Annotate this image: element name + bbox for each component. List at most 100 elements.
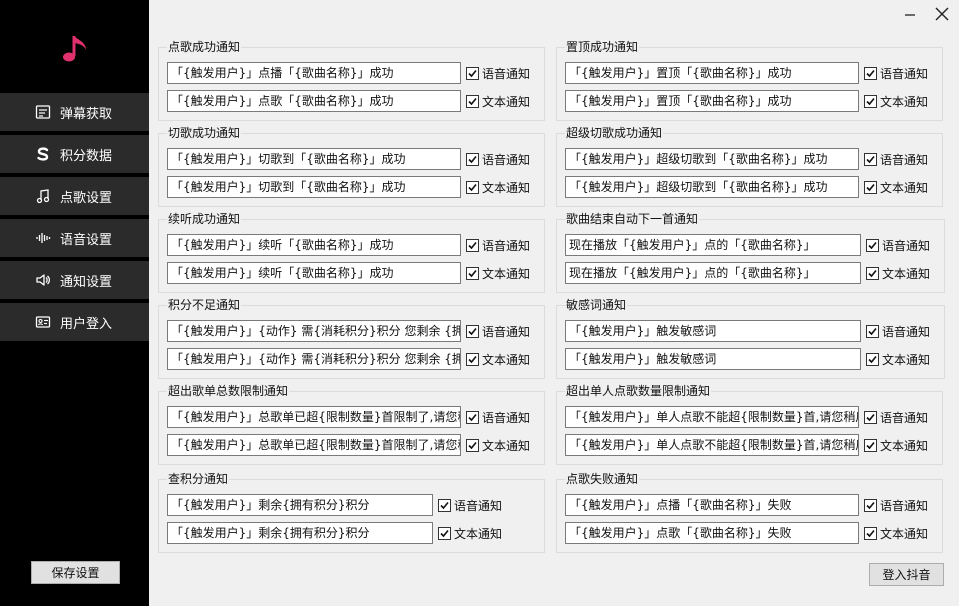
text-template-input[interactable]: 「{触发用户}」单人点歌不能超{限制数量}首,请您稍后 <box>565 434 859 456</box>
checkbox-label: 文本通知 <box>482 266 531 281</box>
sidebar-item-voice-settings[interactable]: 语音设置 <box>0 219 149 257</box>
checkbox-label: 文本通知 <box>880 526 929 541</box>
checkbox-label: 文本通知 <box>482 438 531 453</box>
voice-notify-checkbox[interactable]: 语音通知 <box>466 65 530 82</box>
text-row: 「{触发用户}」点歌「{歌曲名称}」成功 文本通知 <box>167 90 530 112</box>
sidebar-item-label: 通知设置 <box>60 274 113 290</box>
minimize-icon[interactable] <box>901 5 919 23</box>
text-row: 「{触发用户}」总歌单已超{限制数量}首限制了,请您稍 文本通知 <box>167 434 530 456</box>
text-template-input[interactable]: 「{触发用户}」触发敏感词 <box>565 348 861 370</box>
voice-row: 「{触发用户}」点播「{歌曲名称}」失败 语音通知 <box>565 494 928 516</box>
text-notify-checkbox[interactable]: 文本通知 <box>866 351 930 368</box>
voice-template-input[interactable]: 现在播放「{触发用户}」点的「{歌曲名称}」 <box>565 234 861 256</box>
text-notify-checkbox[interactable]: 文本通知 <box>866 265 930 282</box>
text-template-input[interactable]: 「{触发用户}」点歌「{歌曲名称}」失败 <box>565 522 859 544</box>
checkbox-label: 语音通知 <box>454 498 503 513</box>
voice-template-input[interactable]: 「{触发用户}」单人点歌不能超{限制数量}首,请您稍后 <box>565 406 859 428</box>
sidebar-item-points[interactable]: 积分数据 <box>0 135 149 173</box>
voice-template-input[interactable]: 「{触发用户}」总歌单已超{限制数量}首限制了,请您稍 <box>167 406 461 428</box>
group-title: 续听成功通知 <box>167 211 242 227</box>
text-template-input[interactable]: 「{触发用户}」置顶「{歌曲名称}」成功 <box>565 90 859 112</box>
text-template-input[interactable]: 「{触发用户}」切歌到「{歌曲名称}」成功 <box>167 176 461 198</box>
checkbox-label: 文本通知 <box>882 266 931 281</box>
text-notify-checkbox[interactable]: 文本通知 <box>466 93 530 110</box>
text-template-input[interactable]: 现在播放「{触发用户}」点的「{歌曲名称}」 <box>565 262 861 284</box>
sidebar-item-label: 点歌设置 <box>60 190 113 206</box>
voice-row: 「{触发用户}」总歌单已超{限制数量}首限制了,请您稍 语音通知 <box>167 406 530 428</box>
text-template-input[interactable]: 「{触发用户}」点歌「{歌曲名称}」成功 <box>167 90 461 112</box>
text-notify-checkbox[interactable]: 文本通知 <box>438 525 502 542</box>
save-settings-button[interactable]: 保存设置 <box>31 561 120 584</box>
voice-notify-checkbox[interactable]: 语音通知 <box>866 237 930 254</box>
voice-notify-checkbox[interactable]: 语音通知 <box>864 497 928 514</box>
voice-notify-checkbox[interactable]: 语音通知 <box>438 497 502 514</box>
sidebar-item-user-login[interactable]: 用户登入 <box>0 303 149 341</box>
text-notify-checkbox[interactable]: 文本通知 <box>864 437 928 454</box>
sidebar-item-barrage[interactable]: 弹幕获取 <box>0 93 149 131</box>
sidebar: 弹幕获取 积分数据 点歌设置 语音设置 通知设置 用户登入 保存设置 <box>0 0 149 606</box>
voice-template-input[interactable]: 「{触发用户}」触发敏感词 <box>565 320 861 342</box>
sidebar-item-song-settings[interactable]: 点歌设置 <box>0 177 149 215</box>
checkbox-label: 文本通知 <box>882 352 931 367</box>
checkbox-check-icon <box>866 352 879 366</box>
text-row: 「{触发用户}」触发敏感词 文本通知 <box>565 348 930 370</box>
text-template-input[interactable]: 「{触发用户}」续听「{歌曲名称}」成功 <box>167 262 461 284</box>
text-template-input[interactable]: 「{触发用户}」超级切歌到「{歌曲名称}」成功 <box>565 176 859 198</box>
checkbox-check-icon <box>866 266 879 280</box>
voice-notify-checkbox[interactable]: 语音通知 <box>864 151 928 168</box>
text-row: 「{触发用户}」点歌「{歌曲名称}」失败 文本通知 <box>565 522 928 544</box>
voice-template-input[interactable]: 「{触发用户}」续听「{歌曲名称}」成功 <box>167 234 461 256</box>
voice-template-input[interactable]: 「{触发用户}」{动作} 需{消耗积分}积分 您剩余 {拥 <box>167 320 461 342</box>
text-template-input[interactable]: 「{触发用户}」剩余{拥有积分}积分 <box>167 522 433 544</box>
login-douyin-button[interactable]: 登入抖音 <box>869 563 944 586</box>
checkbox-check-icon <box>466 66 479 80</box>
voice-notify-checkbox[interactable]: 语音通知 <box>866 323 930 340</box>
checkbox-label: 文本通知 <box>880 94 929 109</box>
voice-notify-checkbox[interactable]: 语音通知 <box>466 323 530 340</box>
notification-group: 点歌成功通知 「{触发用户}」点播「{歌曲名称}」成功 语音通知 「{触发用户}… <box>158 39 545 121</box>
voice-notify-checkbox[interactable]: 语音通知 <box>864 65 928 82</box>
notification-group: 歌曲结束自动下一首通知 现在播放「{触发用户}」点的「{歌曲名称}」 语音通知 … <box>556 211 945 293</box>
notification-group: 续听成功通知 「{触发用户}」续听「{歌曲名称}」成功 语音通知 「{触发用户}… <box>158 211 545 293</box>
checkbox-label: 语音通知 <box>482 410 531 425</box>
voice-template-input[interactable]: 「{触发用户}」剩余{拥有积分}积分 <box>167 494 433 516</box>
voice-notify-checkbox[interactable]: 语音通知 <box>466 409 530 426</box>
group-title: 积分不足通知 <box>167 297 242 313</box>
voice-row: 「{触发用户}」剩余{拥有积分}积分 语音通知 <box>167 494 502 516</box>
voice-template-input[interactable]: 「{触发用户}」切歌到「{歌曲名称}」成功 <box>167 148 461 170</box>
sidebar-item-label: 用户登入 <box>60 316 113 332</box>
checkbox-check-icon <box>466 238 479 252</box>
notification-group: 敏感词通知 「{触发用户}」触发敏感词 语音通知 「{触发用户}」触发敏感词 文… <box>556 297 945 379</box>
voice-template-input[interactable]: 「{触发用户}」点播「{歌曲名称}」失败 <box>565 494 859 516</box>
text-notify-checkbox[interactable]: 文本通知 <box>864 179 928 196</box>
text-notify-checkbox[interactable]: 文本通知 <box>864 525 928 542</box>
checkbox-label: 语音通知 <box>482 66 531 81</box>
checkbox-check-icon <box>864 152 877 166</box>
checkbox-label: 文本通知 <box>482 180 531 195</box>
checkbox-check-icon <box>466 324 479 338</box>
voice-template-input[interactable]: 「{触发用户}」点播「{歌曲名称}」成功 <box>167 62 461 84</box>
close-icon[interactable] <box>933 5 951 23</box>
text-notify-checkbox[interactable]: 文本通知 <box>466 265 530 282</box>
voice-notify-checkbox[interactable]: 语音通知 <box>864 409 928 426</box>
voice-template-input[interactable]: 「{触发用户}」超级切歌到「{歌曲名称}」成功 <box>565 148 859 170</box>
notification-group: 超级切歌成功通知 「{触发用户}」超级切歌到「{歌曲名称}」成功 语音通知 「{… <box>556 125 943 207</box>
voice-template-input[interactable]: 「{触发用户}」置顶「{歌曲名称}」成功 <box>565 62 859 84</box>
voice-notify-checkbox[interactable]: 语音通知 <box>466 151 530 168</box>
text-notify-checkbox[interactable]: 文本通知 <box>466 437 530 454</box>
music-note-icon <box>34 187 52 205</box>
sidebar-item-notification-settings[interactable]: 通知设置 <box>0 261 149 299</box>
checkbox-label: 语音通知 <box>482 152 531 167</box>
text-row: 「{触发用户}」续听「{歌曲名称}」成功 文本通知 <box>167 262 530 284</box>
checkbox-check-icon <box>466 438 479 452</box>
checkbox-label: 语音通知 <box>880 152 929 167</box>
checkbox-label: 语音通知 <box>482 324 531 339</box>
checkbox-check-icon <box>864 410 877 424</box>
text-notify-checkbox[interactable]: 文本通知 <box>466 179 530 196</box>
text-notify-checkbox[interactable]: 文本通知 <box>466 351 530 368</box>
text-template-input[interactable]: 「{触发用户}」{动作} 需{消耗积分}积分 您剩余 {拥 <box>167 348 461 370</box>
text-notify-checkbox[interactable]: 文本通知 <box>864 93 928 110</box>
voice-row: 「{触发用户}」触发敏感词 语音通知 <box>565 320 930 342</box>
voice-notify-checkbox[interactable]: 语音通知 <box>466 237 530 254</box>
text-template-input[interactable]: 「{触发用户}」总歌单已超{限制数量}首限制了,请您稍 <box>167 434 461 456</box>
